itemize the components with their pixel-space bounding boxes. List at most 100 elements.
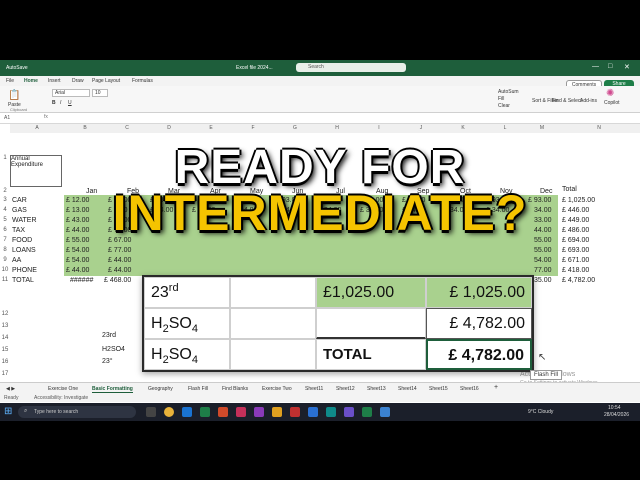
maximize-icon[interactable]: □ <box>608 63 612 70</box>
column-header-b[interactable]: B <box>64 124 107 133</box>
cell-jan[interactable]: £ 54.00 <box>66 257 89 264</box>
column-header-g[interactable]: G <box>274 124 317 133</box>
cell-feb[interactable]: £ 44.00 <box>108 257 131 264</box>
cell-jan[interactable]: £ 54.00 <box>66 247 89 254</box>
app-icon[interactable] <box>290 407 300 417</box>
overlay-amount-cell[interactable]: £ 4,782.00 <box>426 308 532 339</box>
formula-bar[interactable]: A1 fx <box>0 113 640 124</box>
edge-icon[interactable] <box>182 407 192 417</box>
overlay-empty-cell[interactable] <box>316 308 426 339</box>
chrome-icon[interactable] <box>164 407 174 417</box>
cell-feb[interactable]: £ 77.00 <box>108 247 131 254</box>
sheet-tab[interactable]: Sheet11 <box>305 386 323 392</box>
weather-status[interactable]: 9°C Cloudy <box>528 409 553 415</box>
row-header[interactable]: 8 <box>0 247 10 253</box>
font-name-select[interactable]: Arial <box>52 89 90 97</box>
cell-dec[interactable]: 35.00 <box>534 277 552 284</box>
tab-home[interactable]: Home <box>24 78 38 84</box>
search-box[interactable]: Search <box>296 63 406 72</box>
app-icon[interactable] <box>326 407 336 417</box>
row-header[interactable]: 14 <box>0 335 10 341</box>
task-view-icon[interactable] <box>146 407 156 417</box>
copilot-icon[interactable]: ✺ <box>606 88 614 99</box>
row-label[interactable]: PHONE <box>12 267 37 274</box>
cell-b15[interactable]: 23rd <box>102 332 116 339</box>
row-label[interactable]: TOTAL <box>12 277 34 284</box>
app-icon[interactable] <box>218 407 228 417</box>
column-header-k[interactable]: K <box>442 124 485 133</box>
find-select-button[interactable]: Find & Select <box>552 98 582 104</box>
autosum-button[interactable]: AutoSum <box>498 89 519 95</box>
row-header[interactable]: 9 <box>0 257 10 263</box>
column-header-e[interactable]: E <box>190 124 233 133</box>
app-icon[interactable] <box>344 407 354 417</box>
sheet-tab[interactable]: Sheet16 <box>460 386 479 392</box>
windows-start-icon[interactable]: ⊞ <box>4 406 12 417</box>
overlay-amount-cell[interactable]: £ 1,025.00 <box>426 277 532 308</box>
excel-taskbar-icon[interactable] <box>200 407 210 417</box>
row-header[interactable]: 13 <box>0 323 10 329</box>
column-header-f[interactable]: F <box>232 124 275 133</box>
column-header-j[interactable]: J <box>400 124 443 133</box>
cell-total[interactable]: £ 4,782.00 <box>562 277 595 284</box>
column-header-d[interactable]: D <box>148 124 191 133</box>
cell-dec[interactable]: 77.00 <box>534 267 552 274</box>
underline-icon[interactable]: U <box>68 100 72 106</box>
app-icon[interactable] <box>254 407 264 417</box>
name-box[interactable]: A1 <box>4 115 10 121</box>
cell-dec[interactable]: 55.00 <box>534 247 552 254</box>
overlay-subscript-cell[interactable]: H2SO4 <box>144 308 230 339</box>
overlay-amount-cell[interactable]: £1,025.00 <box>316 277 426 308</box>
flash-fill-tooltip[interactable]: Flash Fill <box>530 370 563 380</box>
row-label[interactable]: AA <box>12 257 21 264</box>
row-header[interactable]: 17 <box>0 371 10 377</box>
overlay-empty-cell[interactable] <box>230 277 316 308</box>
cell-jan[interactable]: £ 44.00 <box>66 267 89 274</box>
italic-icon[interactable]: I <box>60 100 61 106</box>
app-icon[interactable] <box>380 407 390 417</box>
row-label[interactable]: LOANS <box>12 247 36 254</box>
cell-b16[interactable]: H2SO4 <box>102 346 125 353</box>
column-header-h[interactable]: H <box>316 124 359 133</box>
tab-page-layout[interactable]: Page Layout <box>92 78 120 84</box>
cell-feb[interactable]: £ 468.00 <box>104 277 131 284</box>
tab-draw[interactable]: Draw <box>72 78 84 84</box>
row-header[interactable]: 11 <box>0 277 10 283</box>
close-icon[interactable]: ✕ <box>624 63 630 71</box>
sheet-tab[interactable]: Geography <box>148 386 173 392</box>
overlay-empty-cell[interactable] <box>230 308 316 339</box>
tab-formulas[interactable]: Formulas <box>132 78 153 84</box>
row-header[interactable]: 10 <box>0 267 10 273</box>
row-header[interactable]: 15 <box>0 347 10 353</box>
sheet-tab[interactable]: Exercise One <box>48 386 78 392</box>
cell-b17[interactable]: 23° <box>102 358 113 365</box>
copilot-button[interactable]: Copilot <box>604 100 620 106</box>
overlay-superscript-cell[interactable]: 23rd <box>144 277 230 308</box>
column-header-a[interactable]: A <box>10 124 65 133</box>
cell-jan[interactable]: ###### <box>70 277 93 284</box>
sheet-tab[interactable]: Sheet15 <box>429 386 448 392</box>
clear-button[interactable]: Clear <box>498 103 510 109</box>
sheet-tab[interactable]: Flash Fill <box>188 386 208 392</box>
sheet-tab[interactable]: Sheet12 <box>336 386 355 392</box>
sheet-tab[interactable]: Exercise Two <box>262 386 292 392</box>
taskbar-search[interactable]: Type here to search <box>18 406 136 418</box>
sheet-nav-icon[interactable]: ◀ ▶ <box>6 386 15 392</box>
fill-button[interactable]: Fill <box>498 96 504 102</box>
overlay-total-label-cell[interactable]: TOTAL <box>316 339 426 370</box>
sheet-tab[interactable]: Find Blanks <box>222 386 248 392</box>
column-header-n[interactable]: N <box>558 124 640 133</box>
font-size-select[interactable]: 10 <box>92 89 108 97</box>
autosave-toggle[interactable]: AutoSave <box>6 65 28 71</box>
cell-dec[interactable]: 54.00 <box>534 257 552 264</box>
column-header-c[interactable]: C <box>106 124 149 133</box>
clock-date[interactable]: 28/04/2026 <box>604 412 629 418</box>
overlay-subscript-cell[interactable]: H2SO4 <box>144 339 230 370</box>
cell-total[interactable]: £ 671.00 <box>562 257 589 264</box>
word-icon[interactable] <box>308 407 318 417</box>
clock-time[interactable]: 10:54 <box>608 405 621 411</box>
overlay-empty-cell[interactable] <box>230 339 316 370</box>
sheet-tab[interactable]: Sheet14 <box>398 386 417 392</box>
row-header[interactable]: 16 <box>0 359 10 365</box>
tab-file[interactable]: File <box>6 78 14 84</box>
